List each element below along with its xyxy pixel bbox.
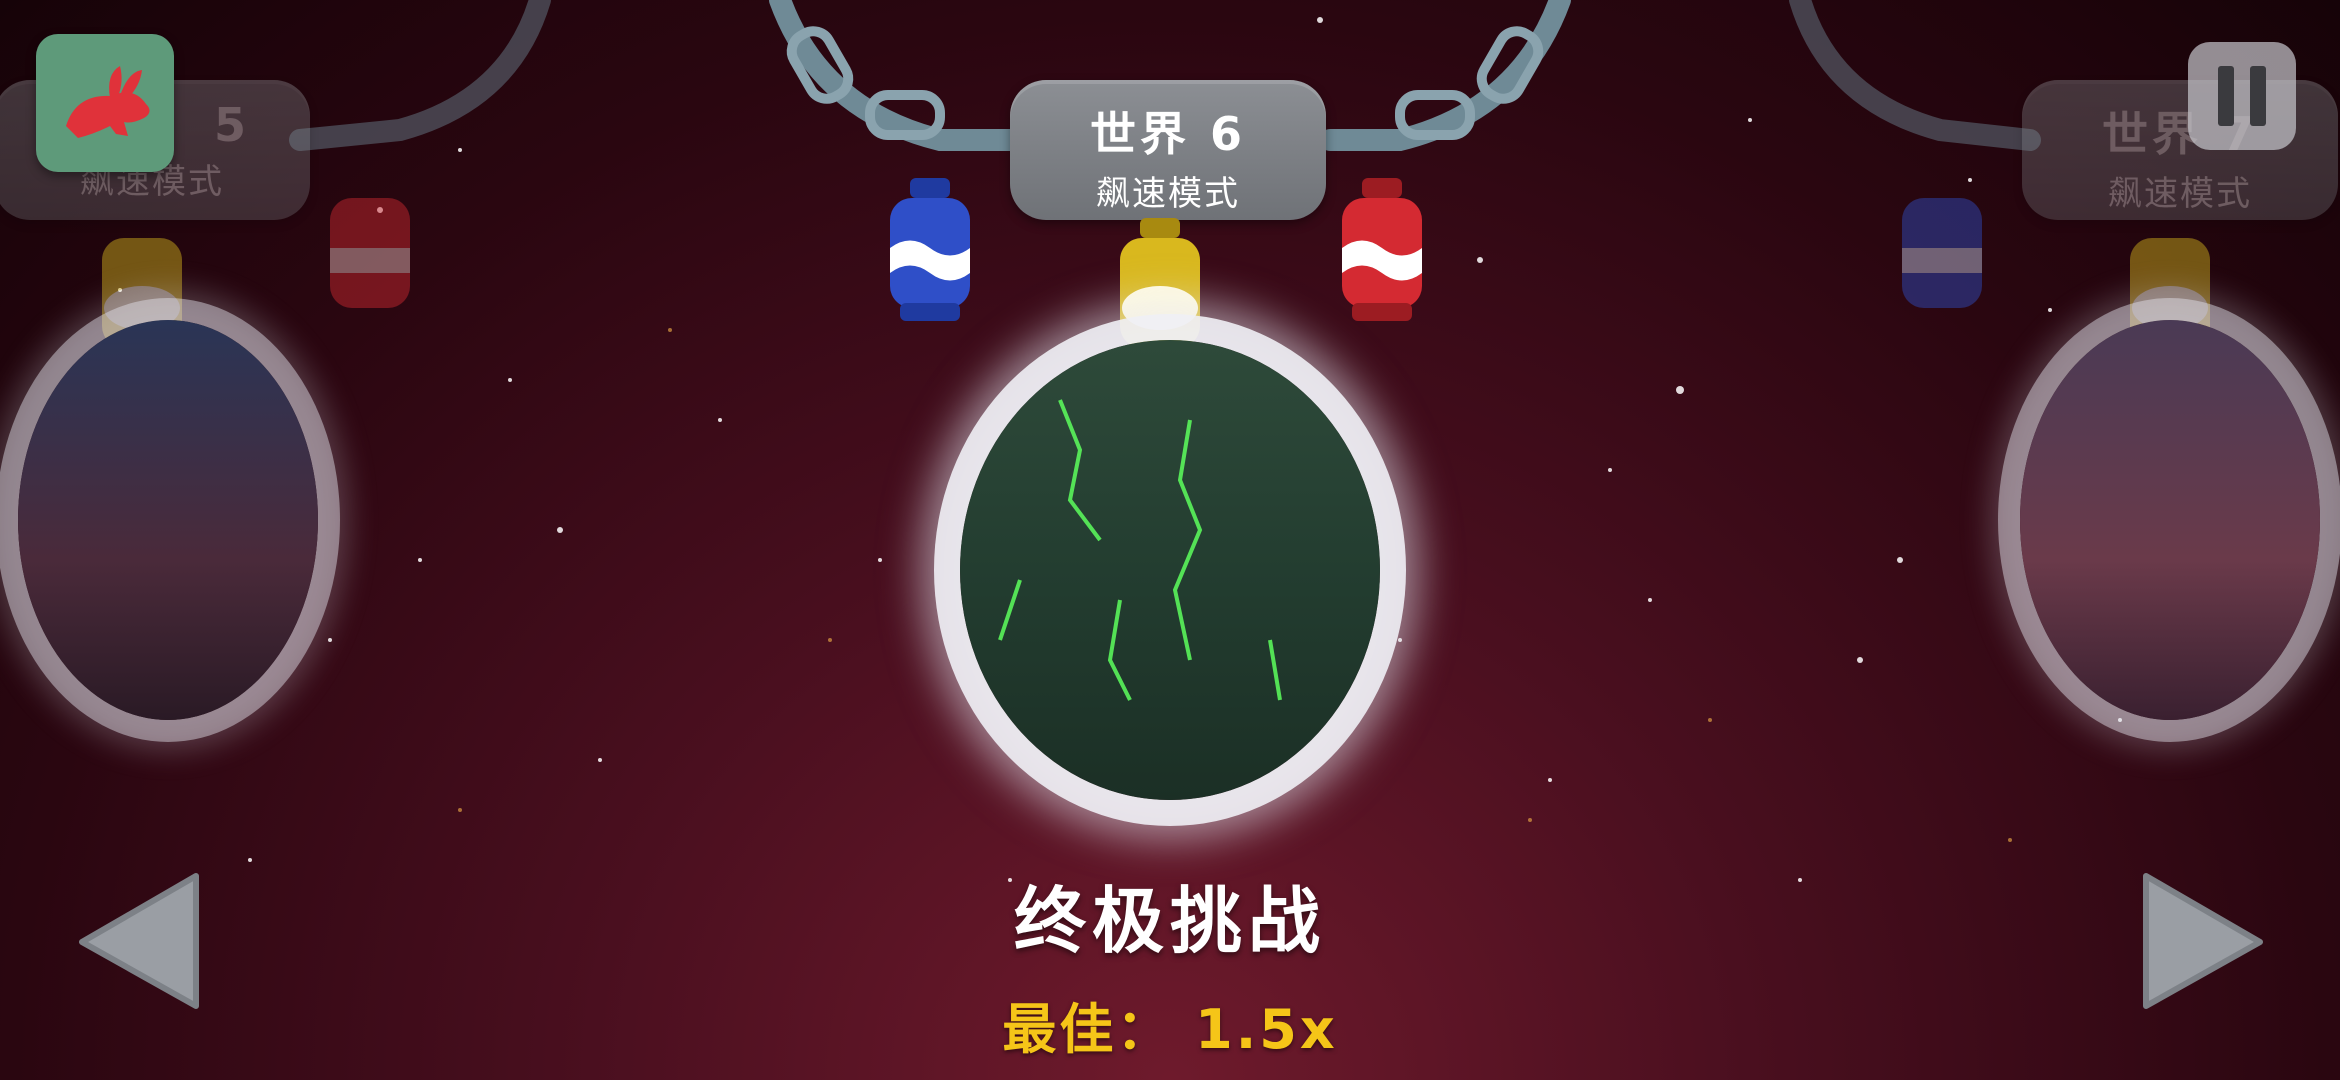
speed-mode-button[interactable] [36, 34, 174, 172]
next-world-title-word: 世界 [2101, 107, 2202, 161]
right-arrow-icon [2143, 873, 2263, 1009]
best-value: 1.5x [1195, 998, 1338, 1061]
best-score: 最佳： 1.5x [0, 985, 2340, 1064]
current-world-portal[interactable] [960, 340, 1380, 800]
current-world-plaque: 世界 6 飙速模式 [1010, 80, 1326, 220]
best-label: 最佳： [1002, 998, 1174, 1061]
prev-world-button[interactable] [74, 870, 206, 1012]
blue-lantern-icon [890, 178, 970, 321]
left-arrow-icon [79, 873, 199, 1009]
next-world-button[interactable] [2136, 870, 2268, 1012]
next-world-portal[interactable] [2020, 320, 2320, 720]
next-world-mode: 飙速模式 [2108, 174, 2252, 214]
current-world-mode: 飙速模式 [1096, 174, 1240, 214]
red-lantern-icon [1342, 178, 1422, 321]
rabbit-icon [66, 66, 150, 138]
lightning-scene-icon [998, 399, 1282, 701]
side-red-lantern-icon [330, 198, 410, 308]
prev-world-portal[interactable] [18, 320, 318, 720]
pause-icon [2218, 66, 2266, 126]
current-world-title: 世界 6 [1089, 107, 1247, 161]
pause-button[interactable] [2188, 42, 2296, 150]
side-blue-lantern-icon [1902, 198, 1982, 308]
challenge-title: 终极挑战 [1013, 879, 1326, 963]
